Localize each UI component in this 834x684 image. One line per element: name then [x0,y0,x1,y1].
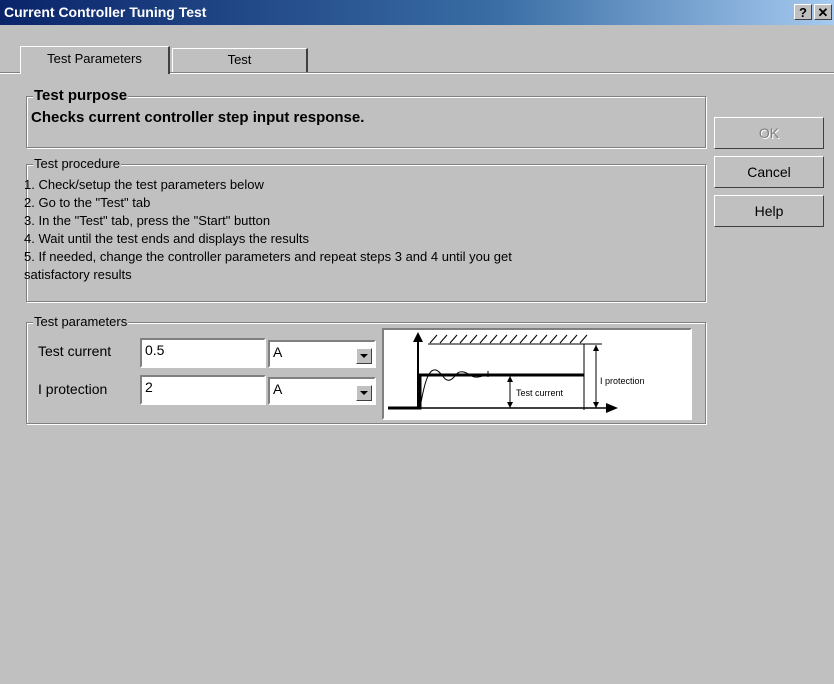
step-response-graphic [388,332,618,413]
procedure-step: 1. Check/setup the test parameters below [24,177,264,192]
procedure-step: 5. If needed, change the controller para… [24,249,512,264]
i-protection-label: I protection [38,381,108,397]
procedure-step: satisfactory results [24,267,132,282]
procedure-step: 3. In the "Test" tab, press the "Start" … [24,213,271,228]
chevron-down-icon[interactable] [356,385,372,401]
procedure-step: 2. Go to the "Test" tab [24,195,151,210]
procedure-step: 4. Wait until the test ends and displays… [24,231,309,246]
test-procedure-legend: Test procedure [33,156,121,171]
tab-test-label: Test [227,52,252,67]
step-response-diagram: Test current I protection [382,328,692,420]
test-purpose-group: Test purpose Checks current controller s… [26,87,706,148]
tab-test-parameters-label: Test Parameters [47,51,142,66]
cancel-button[interactable]: Cancel [714,156,824,188]
test-current-label: Test current [38,343,112,359]
test-current-input[interactable]: 0.5 [140,338,266,368]
help-button[interactable]: Help [714,195,824,227]
diagram-test-current-label: Test current [516,388,564,398]
i-protection-unit-value: A [273,381,283,397]
diagram-i-protection-label: I protection [600,376,645,386]
i-protection-input[interactable]: 2 [140,375,266,405]
chevron-down-icon[interactable] [356,348,372,364]
test-parameters-legend: Test parameters [33,314,129,329]
test-purpose-legend: Test purpose [33,87,129,104]
window-title: Current Controller Tuning Test [4,4,207,20]
test-current-unit-select[interactable]: A [268,340,376,368]
close-icon[interactable]: ✕ [814,4,832,20]
tab-test-parameters[interactable]: Test Parameters [20,46,170,74]
help-icon[interactable]: ? [794,4,812,20]
i-protection-unit-select[interactable]: A [268,377,376,405]
tab-test[interactable]: Test [172,48,308,72]
ok-button[interactable]: OK [714,117,824,149]
test-current-unit-value: A [273,344,283,360]
test-purpose-text: Checks current controller step input res… [31,109,365,126]
title-bar: Current Controller Tuning Test ? ✕ [0,0,834,25]
